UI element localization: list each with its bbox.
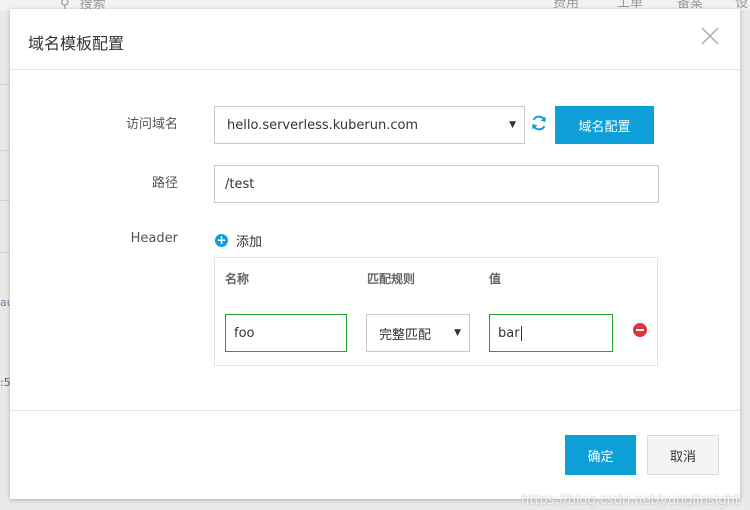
header-name-value: foo	[234, 325, 255, 341]
column-header-name: 名称	[225, 272, 250, 286]
header-name-input[interactable]: foo	[225, 314, 347, 352]
header-label: Header	[130, 231, 178, 246]
footer-divider	[10, 410, 740, 411]
add-header-label: 添加	[236, 235, 263, 250]
add-header-button[interactable]: + 添加	[215, 231, 262, 250]
caret-down-icon: ▼	[454, 328, 461, 338]
watermark: https://blog.csdn.net/yunqiinsight	[521, 493, 740, 508]
match-rule-value: 完整匹配	[379, 327, 432, 343]
text-cursor	[520, 325, 522, 341]
refresh-icon[interactable]	[529, 113, 549, 133]
domain-label: 访问域名	[125, 117, 178, 132]
path-label: 路径	[151, 176, 178, 191]
cancel-button[interactable]: 取消	[647, 435, 719, 475]
domain-template-dialog: 域名模板配置 访问域名 hello.serverless.kuberun.com…	[10, 9, 740, 499]
header-value-input[interactable]: bar	[489, 314, 613, 352]
path-input-value: /test	[225, 176, 255, 192]
caret-down-icon: ▼	[509, 120, 516, 130]
domain-select[interactable]: hello.serverless.kuberun.com ▼	[214, 106, 525, 144]
domain-config-button[interactable]: 域名配置	[555, 106, 654, 144]
column-header-rule: 匹配规则	[367, 272, 416, 286]
dialog-header: 域名模板配置	[10, 9, 740, 70]
path-input[interactable]: /test	[214, 165, 659, 203]
close-icon[interactable]	[698, 24, 722, 48]
header-value-value: bar	[498, 325, 520, 341]
domain-select-value: hello.serverless.kuberun.com	[227, 117, 419, 133]
remove-circle-icon[interactable]	[633, 323, 647, 337]
match-rule-select[interactable]: 完整匹配 ▼	[366, 314, 470, 352]
header-rules-panel: 名称 匹配规则 值 foo 完整匹配 ▼ bar	[214, 257, 658, 366]
ok-button[interactable]: 确定	[565, 435, 636, 475]
plus-circle-icon: +	[215, 233, 228, 247]
column-header-value: 值	[489, 272, 502, 286]
dialog-title: 域名模板配置	[28, 34, 125, 53]
